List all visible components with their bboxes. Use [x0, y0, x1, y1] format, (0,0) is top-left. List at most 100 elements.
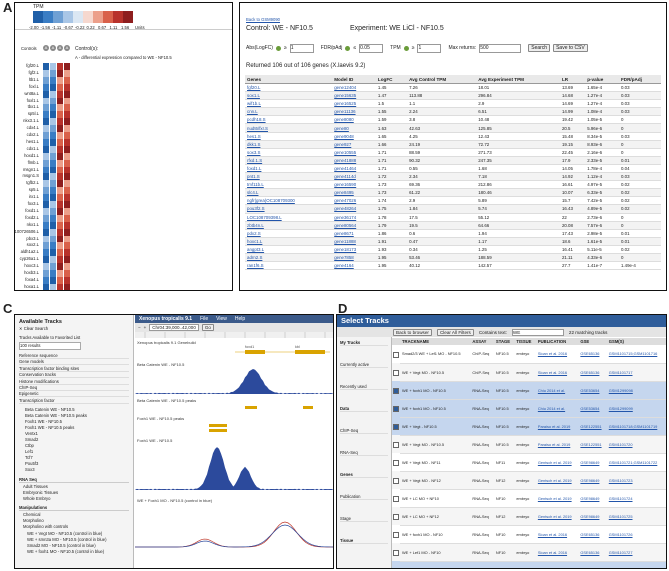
track-row[interactable]: WE + foxh1 MO - NF10.5 RNA-Seq NF10.5 embry…	[392, 381, 666, 400]
column-header[interactable]: Model ID	[332, 75, 376, 84]
rna-item[interactable]: Embryonic Tissues	[23, 490, 58, 495]
track-row[interactable]: WE + Vegt - NF10.5 RNA-Seq NF10.5 embryo Par…	[392, 417, 666, 436]
track-cell[interactable]: Sloan et al. 2016	[535, 525, 579, 544]
tpm-input[interactable]: 1	[417, 43, 442, 53]
track-cell[interactable]: Chiu 2014 et al.	[535, 399, 579, 418]
track-checkbox[interactable]	[393, 514, 399, 520]
track-row[interactable]: WE + foxh1 MO - NF10 RNA-Seq NF10 embryo Slo…	[392, 525, 666, 544]
column-header[interactable]: LogFC	[375, 75, 408, 84]
gene-link[interactable]: sox3.S	[245, 148, 333, 157]
track-checkbox[interactable]	[393, 460, 399, 466]
zoom-in-icon[interactable]: +	[144, 325, 147, 330]
sidebar-track[interactable]: Tcf7	[25, 455, 129, 460]
sidebar-section[interactable]: Conservation tracks	[19, 372, 129, 379]
gene-link[interactable]: pnt1.S	[245, 172, 333, 182]
gene-link[interactable]: dkk1.S	[245, 140, 333, 149]
track-cell[interactable]: Chiu 2014 et al.	[535, 381, 579, 400]
track-checkbox[interactable]	[393, 424, 399, 430]
sidebar-track[interactable]: Sox3	[25, 467, 129, 472]
rna-item[interactable]: Adult Tissues	[23, 484, 48, 489]
gene-link[interactable]: gene10555	[332, 148, 376, 157]
track-cell[interactable]: GSM1101727	[606, 543, 666, 562]
track-checkbox[interactable]	[393, 496, 399, 502]
facet-item[interactable]: RNA-Seq	[340, 450, 388, 456]
track-row[interactable]: WE + Vegt MO - NF10.5 ChIP-Seq NF10.5 embry…	[392, 363, 666, 382]
track-cell[interactable]: GSM1101718;GSM1101719	[606, 417, 666, 436]
track-cell[interactable]: GSE98649	[578, 489, 607, 508]
column-header[interactable]: GSM(S)	[606, 338, 666, 345]
gene-link[interactable]: gene15635	[332, 91, 376, 101]
track-checkbox[interactable]	[393, 406, 399, 412]
track-row[interactable]: WE + LC MO + NF10 RNA-Seq NF10 embryo Gentsc…	[392, 489, 666, 508]
manipulation-track[interactable]: WE + smn3a MO - NF10.5 (control in blue)	[27, 537, 131, 542]
track-cell[interactable]: GSE65136	[578, 363, 607, 382]
sidebar-section[interactable]: Epigenetic	[19, 391, 129, 398]
sidebar-track[interactable]: Beta Catenin WE - NF10.5	[25, 407, 129, 412]
manipulation-section-title[interactable]: Manipulations	[19, 505, 129, 511]
back-link[interactable]: Back to GSM9090	[246, 17, 280, 22]
column-header[interactable]: Genes	[245, 75, 333, 84]
track-cell[interactable]: GSM1101720	[606, 435, 666, 454]
track-cell[interactable]: GSM1101726	[606, 525, 666, 544]
facet-item[interactable]: Genes	[340, 472, 388, 478]
column-header[interactable]: p-value	[585, 75, 619, 84]
track-checkbox[interactable]	[393, 478, 399, 484]
sidebar-section[interactable]: Transcription factor binding sites	[19, 366, 129, 372]
track-checkbox[interactable]	[393, 352, 399, 358]
help-icon[interactable]	[345, 45, 351, 51]
facet-item[interactable]: ChIP-Seq	[340, 428, 388, 434]
gene-link[interactable]: gene80564	[332, 221, 376, 230]
track-checkbox[interactable]	[393, 442, 399, 448]
search-button[interactable]: Search	[528, 44, 551, 52]
gene-link[interactable]: gene4114d	[332, 172, 376, 182]
track-cell[interactable]: GSE65136	[578, 345, 607, 364]
sidebar-track[interactable]: Beta Catenin WE - NF10.5 peaks	[25, 413, 129, 418]
column-header[interactable]: Avg Control TPM	[407, 75, 477, 84]
gene-link[interactable]: nudt6/fxr.S	[245, 123, 333, 133]
track-cell[interactable]: GSM1101715;GSM1101716	[606, 345, 666, 364]
gene-link[interactable]: gene47026	[332, 196, 376, 206]
gene-link[interactable]: gene8080	[332, 115, 376, 125]
track-cell[interactable]: GSE98649	[578, 471, 607, 490]
zoom-out-icon[interactable]: −	[138, 325, 141, 330]
track-cell[interactable]: GSM1101725	[606, 507, 666, 526]
peak-feature[interactable]	[303, 406, 313, 409]
track-row[interactable]: Smad2/3 WE + Lef1 MO - NF10.5 ChIP-Seq NF1…	[392, 345, 666, 364]
track-cell[interactable]: Gentsch et al. 2019	[535, 471, 579, 490]
sidebar-track[interactable]: Lef1	[25, 449, 129, 454]
column-header[interactable]: FDR/pAdj	[618, 75, 661, 84]
back-to-browser-button[interactable]: Back to browser	[393, 328, 432, 336]
gene-link[interactable]: wif1b.L	[245, 99, 333, 109]
facet-item[interactable]: Data	[340, 406, 388, 412]
track-cell[interactable]: Sloan et al. 2016	[535, 363, 579, 382]
track-checkbox[interactable]	[393, 532, 399, 538]
track-checkbox[interactable]	[393, 550, 399, 556]
abs-logfc-input[interactable]: 1	[289, 43, 314, 53]
go-button[interactable]: Go	[201, 324, 214, 331]
facet-item[interactable]: My Tracks	[340, 340, 388, 346]
track-checkbox[interactable]	[393, 370, 399, 376]
track-row[interactable]: WE + foxh1 MO - NF10.5 RNA-Seq NF10.5 embry…	[392, 399, 666, 418]
gene-link[interactable]: ngfr(grea)OC108709300	[245, 196, 333, 206]
menu-help[interactable]: Help	[235, 316, 245, 322]
locus-input[interactable]: Chr04:39,000..42,000	[149, 324, 199, 331]
gene-link[interactable]: pdx2.S	[245, 229, 333, 238]
track-row[interactable]: WE + tcf7 MO - NF12RNA-SeqNF12embryoSloa…	[392, 561, 666, 568]
clear-search-button[interactable]: ✕ Clear Search	[19, 326, 48, 331]
facet-item[interactable]: Stage	[340, 516, 388, 522]
track-row[interactable]: WE + Vegt MO - NF10.5 RNA-Seq NF10.5 embryo…	[392, 435, 666, 454]
track-cell[interactable]: GSE122551	[578, 417, 607, 436]
show-results-select[interactable]: 100 results	[19, 342, 81, 350]
track-cell[interactable]: GSE65136	[578, 543, 607, 562]
clear-filters-button[interactable]: Clear All Filters	[436, 328, 474, 336]
column-header[interactable]: GSE	[578, 338, 607, 345]
track-cell[interactable]: Paraiso et al. 2019	[535, 435, 579, 454]
menu-file[interactable]: File	[200, 316, 208, 322]
gene-link[interactable]: gene11136	[332, 107, 376, 117]
gene-link[interactable]: tmf11b.L	[245, 180, 333, 190]
sidebar-track[interactable]: Ctbp	[25, 443, 129, 448]
peak-feature[interactable]	[209, 424, 227, 427]
column-header[interactable]: Avg Experiment TPM	[476, 75, 560, 84]
sidebar-track[interactable]: Smad2	[25, 437, 129, 442]
track-cell[interactable]: GSE65136	[578, 561, 607, 568]
